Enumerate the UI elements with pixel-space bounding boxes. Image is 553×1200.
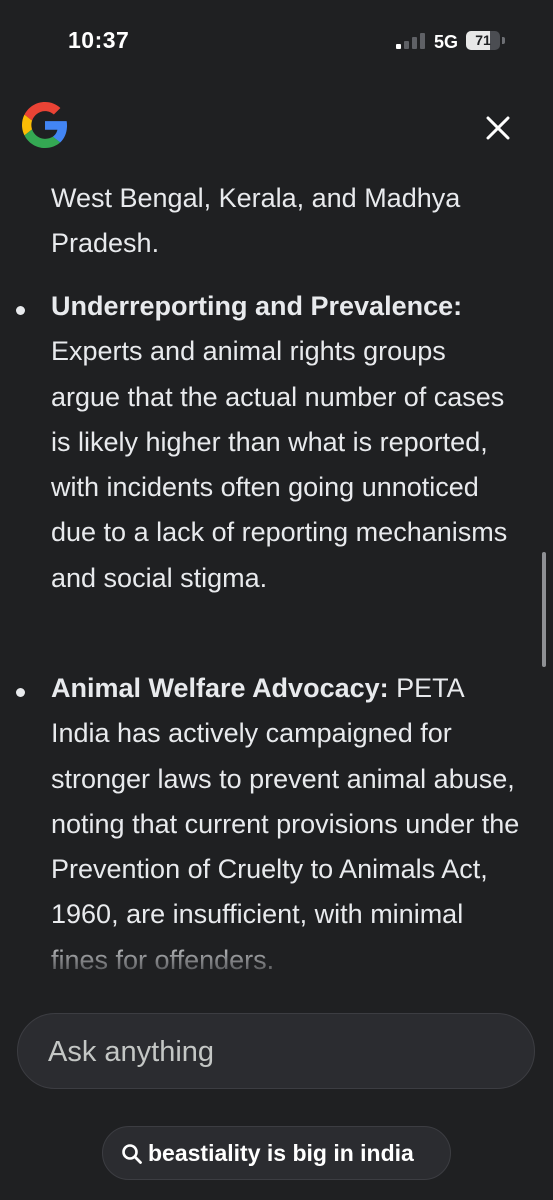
battery-icon: 71 <box>466 31 506 51</box>
battery-level: 71 <box>475 32 491 48</box>
continued-paragraph: West Bengal, Kerala, and Madhya Pradesh. <box>51 183 461 259</box>
battery-body: 71 <box>466 31 500 50</box>
bullet-dot <box>16 306 25 315</box>
query-chip-label: beastiality is big in india <box>148 1140 414 1166</box>
status-time: 10:37 <box>68 27 130 53</box>
bullet-label: Underreporting and Prevalence: <box>51 291 463 321</box>
query-chip[interactable]: beastiality is big in india <box>102 1126 451 1180</box>
ask-input[interactable] <box>46 1014 510 1090</box>
google-g-icon <box>22 102 68 148</box>
bullet-item: Animal Welfare Advocacy: PETA India has … <box>51 666 521 983</box>
status-bar: 10:37 5G 71 <box>0 0 553 80</box>
network-type: 5G <box>434 32 459 52</box>
screen: 10:37 5G 71 West Bengal, Kerala, and Mad… <box>0 0 553 1200</box>
ask-input-container[interactable] <box>17 1013 535 1090</box>
bullet-label: Animal Welfare Advocacy: <box>51 673 389 703</box>
bullet-text: Experts and animal rights groups argue t… <box>51 336 508 593</box>
bullet-dot <box>16 688 25 697</box>
signal-strength-icon <box>396 33 425 49</box>
scrollbar[interactable] <box>542 552 546 667</box>
bullet-text: PETA India has actively campaigned for s… <box>51 673 520 975</box>
search-icon <box>122 1144 142 1164</box>
close-icon[interactable] <box>478 108 518 148</box>
battery-cap <box>502 37 505 44</box>
bullet-item: Underreporting and Prevalence: Experts a… <box>51 284 521 601</box>
answer-content: West Bengal, Kerala, and Madhya Pradesh.… <box>0 170 553 995</box>
